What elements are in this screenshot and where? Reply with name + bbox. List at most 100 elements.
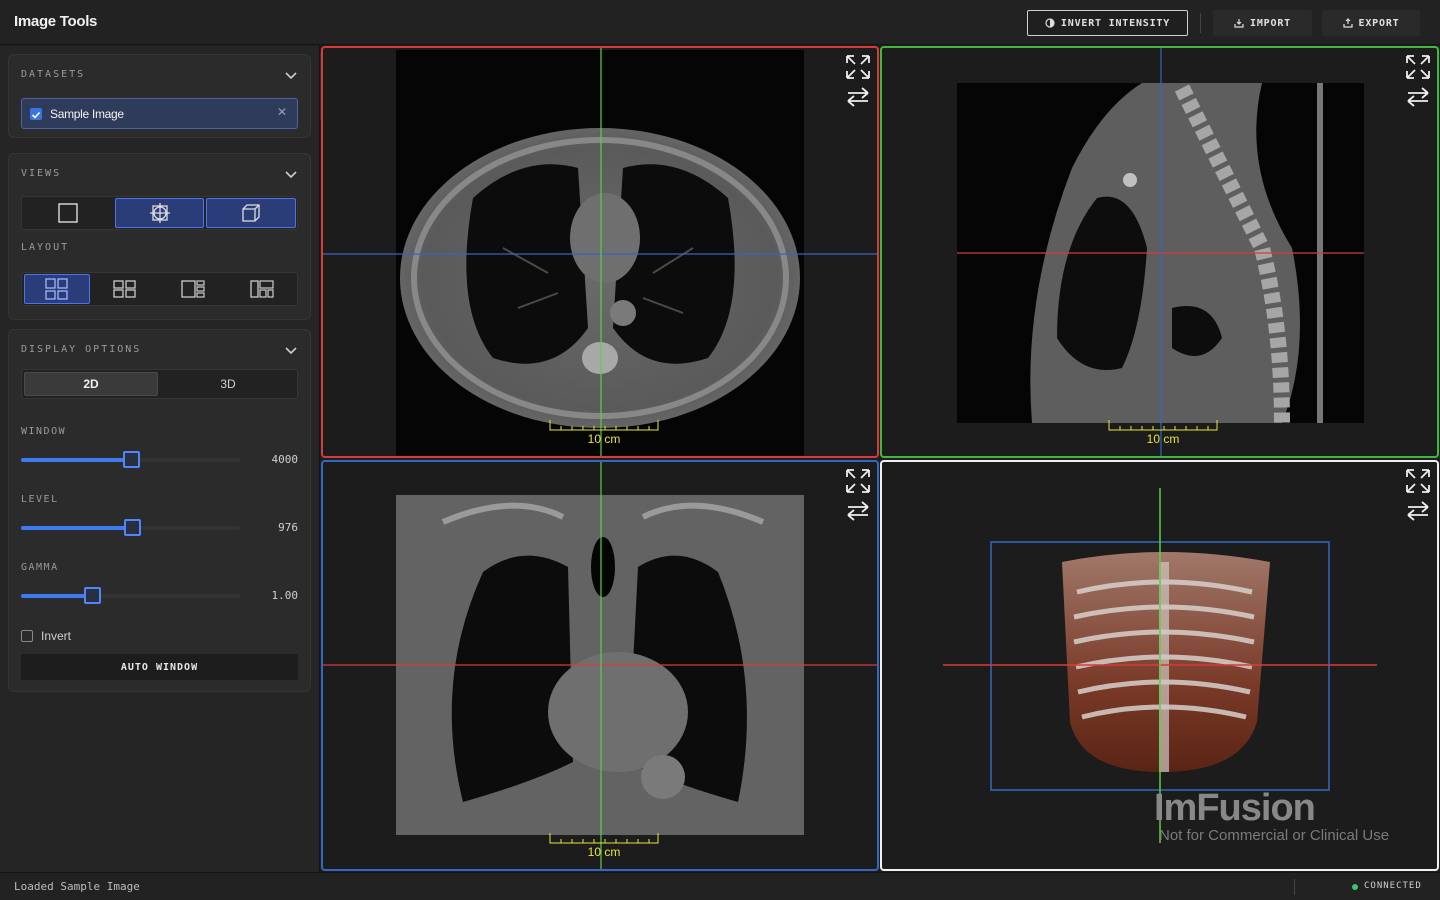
status-bar: Loaded Sample Image CONNECTED xyxy=(0,872,1440,900)
scale-bar-ticks xyxy=(1108,420,1218,431)
import-button[interactable]: IMPORT xyxy=(1213,10,1312,36)
layout-selector xyxy=(21,272,298,306)
top-bar: Image Tools INVERT INTENSITY IMPORT EXPO… xyxy=(0,0,1440,45)
maximize-icon[interactable] xyxy=(1405,468,1431,494)
window-slider-fill xyxy=(21,458,131,462)
watermark-text: Not for Commercial or Clinical Use xyxy=(1159,827,1390,844)
viewport-controls xyxy=(845,54,871,114)
level-value: 976 xyxy=(278,521,298,534)
window-label: WINDOW xyxy=(21,426,67,437)
import-icon xyxy=(1234,19,1244,28)
invert-intensity-label: INVERT INTENSITY xyxy=(1060,17,1171,29)
level-slider[interactable] xyxy=(21,519,240,536)
connection-status: CONNECTED xyxy=(1364,881,1422,891)
sagittal-viewport[interactable]: 10 cm xyxy=(880,46,1439,458)
export-label: EXPORT xyxy=(1358,17,1400,29)
dataset-item[interactable]: Sample Image ✕ xyxy=(21,98,298,129)
export-button[interactable]: EXPORT xyxy=(1322,10,1420,36)
layout-main-grid-icon xyxy=(45,278,68,300)
display-options-title: DISPLAY OPTIONS xyxy=(21,344,142,355)
views-panel: VIEWS LAYOUT xyxy=(8,153,311,320)
window-slider-thumb[interactable] xyxy=(122,451,140,468)
watermark-logo: ImFusion xyxy=(1154,787,1316,829)
view-mode-mpr[interactable] xyxy=(115,198,204,228)
swap-icon[interactable] xyxy=(1405,85,1431,109)
close-icon[interactable]: ✕ xyxy=(277,105,287,119)
chevron-down-icon[interactable] xyxy=(284,346,298,356)
layout-main-grid[interactable] xyxy=(24,274,90,304)
display-options-panel: DISPLAY OPTIONS 2D 3D WINDOW 4000 LEVEL … xyxy=(8,329,311,692)
view-mode-single[interactable] xyxy=(23,198,113,228)
coronal-viewport[interactable]: 10 cm xyxy=(321,460,879,871)
chevron-down-icon[interactable] xyxy=(284,170,298,180)
3d-viewport[interactable]: ImFusion Not for Commercial or Clinical … xyxy=(880,460,1439,871)
layout-side-right[interactable] xyxy=(160,274,226,304)
dataset-label: Sample Image xyxy=(50,107,124,121)
connection-indicator-icon xyxy=(1352,884,1358,890)
invert-label: Invert xyxy=(41,629,72,643)
mode-3d-button[interactable]: 3D xyxy=(161,372,295,396)
auto-window-button[interactable]: AUTO WINDOW xyxy=(21,654,298,680)
scale-bar-label: 10 cm xyxy=(587,845,621,859)
chevron-down-icon[interactable] xyxy=(284,71,298,81)
datasets-title: DATASETS xyxy=(21,69,86,80)
coronal-image xyxy=(323,462,877,869)
gamma-value: 1.00 xyxy=(271,589,299,602)
level-slider-fill xyxy=(21,526,132,530)
layout-title: LAYOUT xyxy=(21,242,70,253)
gamma-slider[interactable] xyxy=(21,587,240,604)
scale-bar: 10 cm xyxy=(1108,418,1218,448)
gamma-slider-fill xyxy=(21,594,93,598)
import-label: IMPORT xyxy=(1250,17,1291,29)
level-label: LEVEL xyxy=(21,494,59,505)
export-icon xyxy=(1342,18,1353,28)
view-mode-3d[interactable] xyxy=(206,198,296,228)
scale-bar: 10 cm xyxy=(549,831,659,861)
status-message: Loaded Sample Image xyxy=(14,880,140,893)
views-title: VIEWS xyxy=(21,168,62,179)
gamma-slider-thumb[interactable] xyxy=(84,587,102,604)
window-value: 4000 xyxy=(271,453,299,466)
invert-checkbox[interactable] xyxy=(21,630,33,642)
swap-icon[interactable] xyxy=(1405,499,1431,523)
scale-bar-label: 10 cm xyxy=(587,432,621,446)
viewport-controls xyxy=(1405,468,1431,528)
toolbar-divider xyxy=(1200,13,1201,33)
app-title: Image Tools xyxy=(14,13,98,30)
swap-icon[interactable] xyxy=(845,499,871,523)
scale-bar-ticks xyxy=(549,833,659,844)
layout-grid-icon xyxy=(113,280,136,298)
scale-bar-label: 10 cm xyxy=(1146,432,1180,446)
window-slider[interactable] xyxy=(21,451,240,468)
viewport-controls xyxy=(1405,54,1431,114)
sidebar: DATASETS Sample Image ✕ VIEWS LAYOUT DIS… xyxy=(0,46,320,872)
axial-image xyxy=(323,48,877,456)
datasets-panel: DATASETS Sample Image ✕ xyxy=(8,54,311,138)
status-divider xyxy=(1294,879,1295,895)
maximize-icon[interactable] xyxy=(845,468,871,494)
sagittal-image xyxy=(957,48,1364,456)
dataset-checkbox[interactable] xyxy=(30,108,42,120)
level-slider-thumb[interactable] xyxy=(123,519,141,536)
single-view-icon xyxy=(58,203,78,223)
viewport-controls xyxy=(845,468,871,528)
swap-icon[interactable] xyxy=(845,85,871,109)
3d-view-icon xyxy=(242,204,260,222)
layout-side-left[interactable] xyxy=(228,274,296,304)
scale-bar: 10 cm xyxy=(549,418,659,448)
layout-grid[interactable] xyxy=(92,274,158,304)
gamma-label: GAMMA xyxy=(21,562,59,573)
mode-2d-button[interactable]: 2D xyxy=(24,372,158,396)
maximize-icon[interactable] xyxy=(1405,54,1431,80)
contrast-icon xyxy=(1045,18,1055,28)
checkmark-icon xyxy=(31,111,41,119)
maximize-icon[interactable] xyxy=(845,54,871,80)
mpr-view-icon xyxy=(149,203,170,223)
layout-side-left-icon xyxy=(250,280,274,298)
axial-viewport[interactable]: 10 cm xyxy=(321,46,879,458)
layout-side-right-icon xyxy=(181,280,205,298)
view-mode-selector xyxy=(21,196,298,230)
invert-intensity-button[interactable]: INVERT INTENSITY xyxy=(1027,10,1188,36)
scale-bar-ticks xyxy=(549,420,659,431)
dimension-toggle: 2D 3D xyxy=(21,369,298,399)
